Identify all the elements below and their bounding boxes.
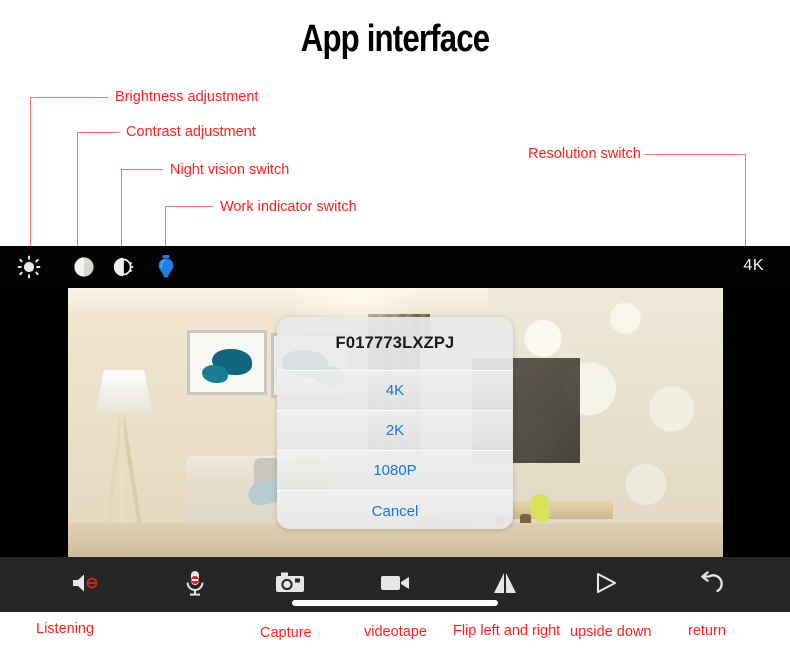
callout-label-resolution: Resolution switch (528, 146, 641, 162)
callout-label-night-vision: Night vision switch (170, 162, 290, 178)
leader-contrast-vertical (77, 132, 78, 260)
flip-h-button[interactable] (488, 568, 522, 598)
leader-brightness-vertical (30, 97, 31, 260)
leader-brightness-horizontal (30, 97, 108, 98)
callout-label-work-indicator: Work indicator switch (220, 199, 357, 215)
capture-button[interactable] (273, 568, 307, 598)
painting-blob (202, 365, 228, 383)
home-indicator[interactable] (292, 600, 498, 606)
record-button[interactable] (378, 568, 412, 598)
caption-videotape: videotape (364, 624, 427, 640)
brightness-icon[interactable] (16, 254, 42, 280)
work-indicator-icon[interactable] (153, 254, 179, 280)
watermark (648, 27, 716, 53)
leader-resolution-vertical (745, 154, 746, 260)
dialog-option-2k[interactable]: 2K (277, 410, 513, 450)
dialog-option-1080p[interactable]: 1080P (277, 450, 513, 490)
resolution-dialog: F017773LXZPJ 4K 2K 1080P Cancel (277, 317, 513, 529)
leader-contrast-horizontal (77, 132, 119, 133)
video-lamp-leg (120, 412, 124, 530)
leader-nightvision-horizontal (121, 169, 163, 170)
night-vision-icon[interactable] (110, 254, 136, 280)
dialog-option-4k[interactable]: 4K (277, 370, 513, 410)
video-painting-left (187, 330, 267, 395)
caption-flip-left-right: Flip left and right (453, 623, 561, 639)
contrast-icon[interactable] (71, 254, 97, 280)
caption-capture: Capture (260, 625, 312, 641)
talk-button[interactable] (178, 568, 212, 598)
callout-label-contrast: Contrast adjustment (126, 124, 256, 140)
listen-button[interactable] (68, 568, 102, 598)
dialog-title: F017773LXZPJ (335, 334, 455, 352)
leader-resolution-horizontal (645, 154, 745, 155)
return-button[interactable] (694, 568, 728, 598)
callout-label-brightness: Brightness adjustment (115, 89, 259, 105)
caption-upside-down: upside down (570, 624, 652, 640)
caption-return: return (688, 623, 726, 639)
top-toolbar: 4K (0, 246, 790, 288)
screenshot-root: App interface Brightness adjustment Cont… (0, 0, 790, 670)
app-screen: 4K F017773LXZPJ 4K 2K 1080P Cancel (0, 246, 790, 612)
flip-v-button[interactable] (590, 568, 624, 598)
video-plant (530, 494, 550, 522)
dialog-cancel-button[interactable]: Cancel (277, 490, 513, 529)
bottom-toolbar (0, 557, 790, 612)
leader-workindicator-horizontal (165, 206, 213, 207)
page-title: App interface (300, 18, 490, 60)
resolution-button[interactable]: 4K (743, 257, 764, 275)
video-floor-lamp (96, 370, 152, 412)
caption-listening: Listening (36, 621, 95, 637)
